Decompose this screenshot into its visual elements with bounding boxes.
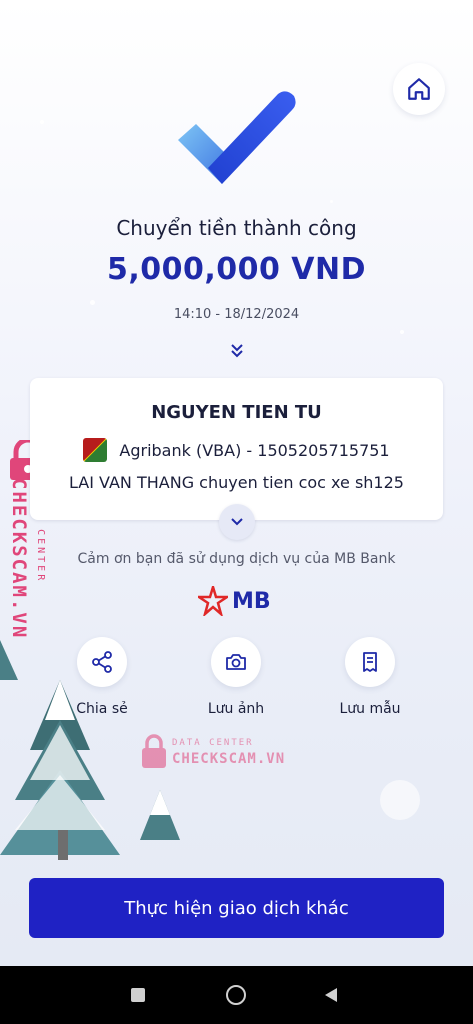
system-navigation-bar bbox=[0, 966, 473, 1024]
watermark-center-line2: CHECKSCAM.VN bbox=[172, 751, 286, 767]
save-image-label: Lưu ảnh bbox=[207, 701, 265, 717]
chevron-down-icon bbox=[231, 518, 243, 526]
transfer-status-title: Chuyển tiền thành công bbox=[116, 216, 357, 240]
new-transaction-button[interactable]: Thực hiện giao dịch khác bbox=[29, 878, 444, 938]
thanks-message: Cảm ơn bạn đã sử dụng dịch vụ của MB Ban… bbox=[77, 551, 396, 567]
back-icon[interactable] bbox=[323, 987, 339, 1003]
success-check-icon bbox=[178, 91, 296, 184]
save-image-action[interactable]: Lưu ảnh bbox=[186, 637, 286, 717]
share-button[interactable] bbox=[77, 637, 127, 687]
double-chevron-down-icon bbox=[231, 344, 243, 358]
expand-details-button[interactable] bbox=[219, 504, 255, 540]
save-template-label: Lưu mẫu bbox=[339, 701, 401, 717]
transfer-amount: 5,000,000 VND bbox=[106, 252, 367, 287]
agribank-logo bbox=[83, 438, 108, 462]
receiver-card: NGUYEN TIEN TU Agribank (VBA) - 15052057… bbox=[30, 378, 443, 520]
camera-icon bbox=[226, 654, 246, 670]
mb-star-icon bbox=[198, 586, 228, 616]
snowflake bbox=[400, 330, 404, 334]
center-watermark: DATA CENTER CHECKSCAM.VN bbox=[140, 734, 300, 774]
transfer-note: LAI VAN THANG chuyen tien coc xe sh125 bbox=[69, 473, 404, 492]
mb-brand-text: MB bbox=[232, 588, 271, 614]
snowball bbox=[380, 780, 420, 820]
receipt-icon bbox=[363, 652, 377, 672]
share-action[interactable]: Chia sẻ bbox=[52, 637, 152, 717]
receiver-name: NGUYEN TIEN TU bbox=[151, 402, 322, 423]
save-template-button[interactable] bbox=[345, 637, 395, 687]
share-label: Chia sẻ bbox=[76, 701, 128, 717]
snowflake bbox=[330, 200, 333, 203]
mb-bank-logo: MB bbox=[198, 586, 271, 616]
save-image-button[interactable] bbox=[211, 637, 261, 687]
share-icon bbox=[92, 651, 112, 673]
watermark-center-line1: DATA CENTER bbox=[172, 738, 254, 748]
save-template-action[interactable]: Lưu mẫu bbox=[320, 637, 420, 717]
receiver-bank-row: Agribank (VBA) - 1505205715751 bbox=[30, 438, 443, 462]
transfer-datetime: 14:10 - 18/12/2024 bbox=[173, 307, 300, 322]
receiver-bank: Agribank (VBA) - 1505205715751 bbox=[119, 440, 390, 460]
lock-icon bbox=[142, 734, 166, 768]
home-nav-icon[interactable] bbox=[226, 985, 246, 1005]
snowflake bbox=[40, 120, 44, 124]
snowflake bbox=[90, 300, 95, 305]
home-icon bbox=[408, 78, 430, 100]
home-button[interactable] bbox=[393, 63, 445, 115]
recents-icon[interactable] bbox=[131, 988, 145, 1002]
